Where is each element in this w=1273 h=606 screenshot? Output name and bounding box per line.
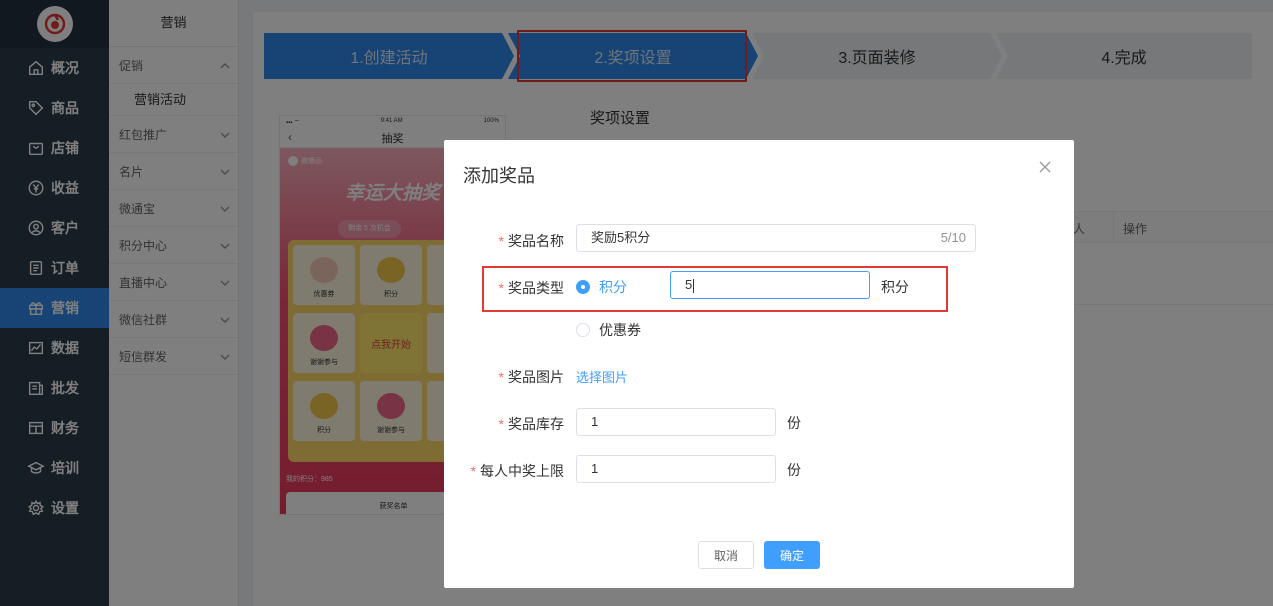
stock-unit: 份 (787, 415, 801, 431)
stock-input[interactable]: 1 (576, 408, 776, 436)
dialog-title: 添加奖品 (463, 166, 535, 186)
confirm-button[interactable]: 确定 (764, 541, 820, 569)
limit-unit: 份 (787, 462, 801, 478)
radio-points[interactable]: 积分 (576, 277, 627, 297)
field-prize-name: * 奖品名称 奖励5积分 5/10 (444, 224, 1074, 254)
points-input[interactable]: 5 (670, 271, 870, 299)
win-limit-input[interactable]: 1 (576, 455, 776, 483)
radio-dot (576, 280, 590, 294)
points-unit: 积分 (881, 279, 909, 295)
field-label: * 奖品类型 (498, 280, 564, 296)
cancel-button[interactable]: 取消 (698, 541, 754, 569)
field-prize-type: * 奖品类型 积分 5 积分 (444, 271, 1074, 301)
radio-coupon[interactable]: 优惠券 (576, 320, 641, 340)
prize-name-input[interactable]: 奖励5积分 5/10 (576, 224, 976, 252)
close-icon[interactable] (1038, 160, 1054, 176)
add-prize-dialog: 添加奖品 * 奖品名称 奖励5积分 5/10 * 奖品类型 积分 5 积分 优惠券 … (444, 140, 1074, 588)
char-count: 5/10 (940, 230, 966, 245)
field-label: * 奖品库存 (498, 416, 564, 432)
field-label: * 奖品名称 (498, 233, 564, 249)
field-prize-stock: * 奖品库存 1 份 (444, 407, 1074, 437)
field-label: * 奖品图片 (498, 369, 564, 385)
radio-dot (576, 323, 590, 337)
field-label: * 每人中奖上限 (470, 463, 564, 479)
text-caret (693, 278, 695, 293)
field-prize-image: * 奖品图片 (444, 360, 1074, 390)
field-win-limit: * 每人中奖上限 1 份 (444, 454, 1074, 484)
choose-image-link[interactable]: 选择图片 (576, 367, 628, 386)
